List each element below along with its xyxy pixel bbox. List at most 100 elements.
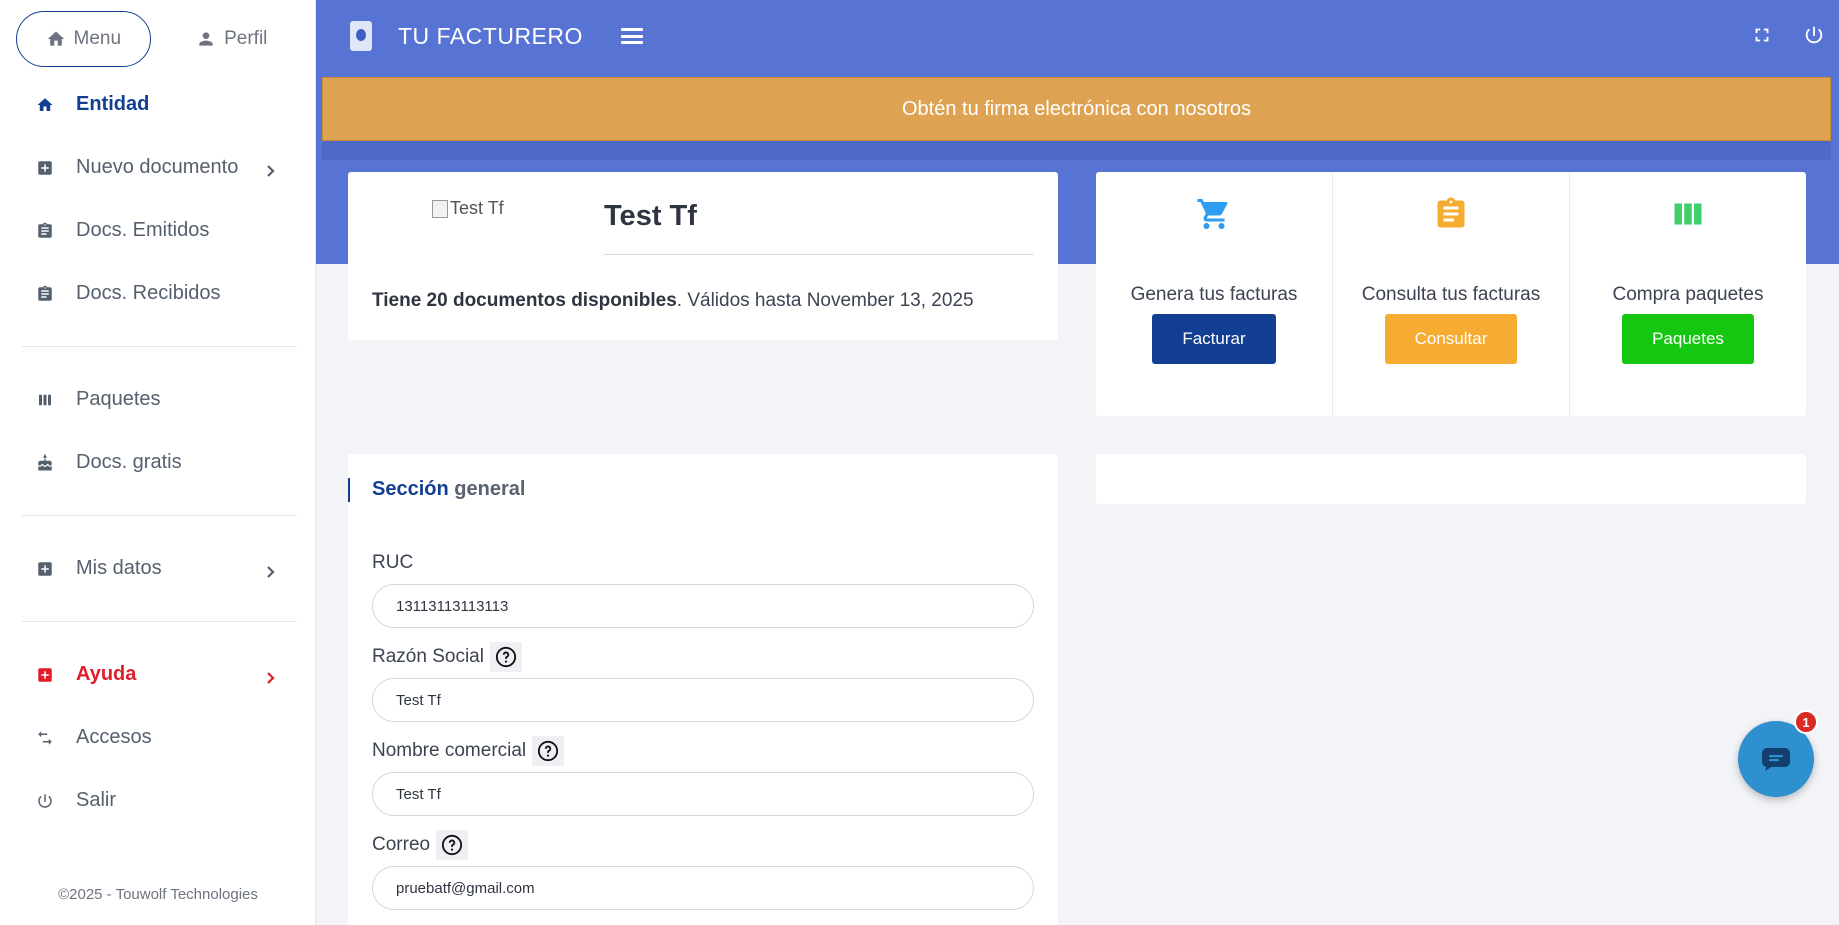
sidebar-tabs: Menu Perfil [0,0,315,67]
columns-icon [36,391,54,409]
home-icon [47,31,64,46]
sidebar-item-label: Mis datos [76,557,162,579]
sidebar-divider [22,621,297,622]
sidebar-item-accesos[interactable]: Accesos [0,706,315,769]
entity-card: Test Tf Test Tf Tiene 20 documentos disp… [348,172,1058,340]
swap-icon [36,729,54,747]
action-paquetes: Compra paquetes Paquetes [1570,172,1806,416]
field-label-text: RUC [372,552,414,573]
nombre-comercial-field[interactable] [372,772,1034,816]
sidebar-item-label: Ayuda [76,663,137,685]
clipboard-icon [36,285,54,303]
documents-available: Tiene 20 documentos disponibles. Válidos… [372,290,974,312]
sidebar-item-label: Accesos [76,726,152,748]
chevron-right-icon [263,161,277,177]
razon-social-field[interactable] [372,678,1034,722]
sidebar-nav: Mis datos [0,537,315,600]
tab-menu[interactable]: Menu [16,10,151,67]
chevron-right-icon [263,668,277,684]
plus-box-icon [36,159,54,177]
help-icon[interactable] [532,736,565,766]
broken-image-icon [432,199,448,218]
clipboard-icon [36,222,54,240]
columns-icon [1670,196,1706,232]
help-icon[interactable] [489,642,522,672]
cart-icon [1196,196,1232,232]
power-icon [36,792,54,810]
action-title: Genera tus facturas [1130,284,1298,305]
actions-card: Genera tus facturas Facturar Consulta tu… [1096,172,1806,416]
plus-box-icon [36,560,54,578]
correo-field[interactable] [372,866,1034,910]
sidebar-item-ayuda[interactable]: Ayuda [0,643,315,706]
firma-banner[interactable]: Obtén tu firma electrónica con nosotros [322,77,1831,141]
help-icon[interactable] [436,830,469,860]
facturar-button[interactable]: Facturar [1152,314,1276,364]
sidebar-nav: Entidad Nuevo documento Docs. Emitidos D… [0,73,315,325]
sidebar-item-label: Docs. gratis [76,451,182,473]
sidebar-item-docs-gratis[interactable]: Docs. gratis [0,431,315,494]
field-label-text: Nombre comercial [372,740,527,761]
fullscreen-icon[interactable] [1751,24,1773,46]
brand-name: TU FACTURERO [398,22,583,49]
correo-label: Correo [372,830,469,860]
action-consultar: Consulta tus facturas Consultar [1333,172,1570,416]
empty-card [1096,454,1806,504]
copyright: ©2025 - Touwolf Technologies [58,886,258,903]
action-title: Compra paquetes [1612,284,1764,305]
section-title: Sección general [372,478,525,501]
sidebar-divider [22,515,297,516]
sidebar-item-label: Docs. Emitidos [76,219,210,241]
menu-icon[interactable] [620,28,643,44]
sidebar-item-nuevo-documento[interactable]: Nuevo documento [0,136,315,199]
consultar-button[interactable]: Consultar [1385,314,1517,364]
brand-logo [350,21,372,51]
sidebar-item-label: Docs. Recibidos [76,282,221,304]
entity-logo: Test Tf [432,198,504,219]
clipboard-icon [1433,196,1469,232]
banner-shadow [322,141,1831,160]
sidebar-item-label: Salir [76,789,117,811]
sidebar-item-label: Nuevo documento [76,156,239,178]
chevron-right-icon [263,562,277,578]
section-title-bold: Sección [372,478,449,500]
sidebar-item-docs-emitidos[interactable]: Docs. Emitidos [0,199,315,262]
action-facturar: Genera tus facturas Facturar [1096,172,1333,416]
ruc-field[interactable] [372,584,1034,628]
sidebar-item-mis-datos[interactable]: Mis datos [0,537,315,600]
tab-menu-label: Menu [73,27,122,49]
sidebar: Menu Perfil Entidad Nuevo documento Docs… [0,0,316,925]
sidebar-nav: Ayuda Accesos Salir [0,643,315,832]
general-section-card: Sección general RUC Razón Social Nombre … [348,454,1058,925]
topbar: TU FACTURERO [316,0,1839,72]
documents-count: Tiene 20 documentos disponibles [372,290,677,311]
action-title: Consulta tus facturas [1361,284,1541,305]
documents-valid-until: . Válidos hasta November 13, 2025 [676,290,974,311]
banner-text: Obtén tu firma electrónica con nosotros [901,97,1252,120]
entity-name: Test Tf [604,200,697,232]
paquetes-button[interactable]: Paquetes [1622,314,1754,364]
sidebar-nav: Paquetes Docs. gratis [0,368,315,494]
cake-icon [36,453,54,472]
nombre-comercial-label: Nombre comercial [372,736,565,766]
tab-perfil-label: Perfil [224,27,268,49]
tab-perfil[interactable]: Perfil [165,11,299,67]
sidebar-item-label: Paquetes [76,388,161,410]
field-label-text: Razón Social [372,646,484,667]
entity-logo-alt: Test Tf [450,198,504,218]
field-label-text: Correo [372,834,431,855]
sidebar-item-docs-recibidos[interactable]: Docs. Recibidos [0,262,315,325]
power-icon[interactable] [1803,24,1825,46]
entity-divider [604,254,1034,255]
sidebar-item-paquetes[interactable]: Paquetes [0,368,315,431]
chat-icon [1762,748,1790,771]
razon-social-label: Razón Social [372,642,522,672]
sidebar-item-salir[interactable]: Salir [0,769,315,832]
section-accent [348,478,350,502]
chat-badge: 1 [1794,710,1818,734]
home-icon [36,96,54,114]
topbar-actions [1751,24,1825,46]
section-title-rest: general [448,478,526,500]
sidebar-item-entidad[interactable]: Entidad [0,73,315,136]
plus-box-icon [36,666,54,684]
